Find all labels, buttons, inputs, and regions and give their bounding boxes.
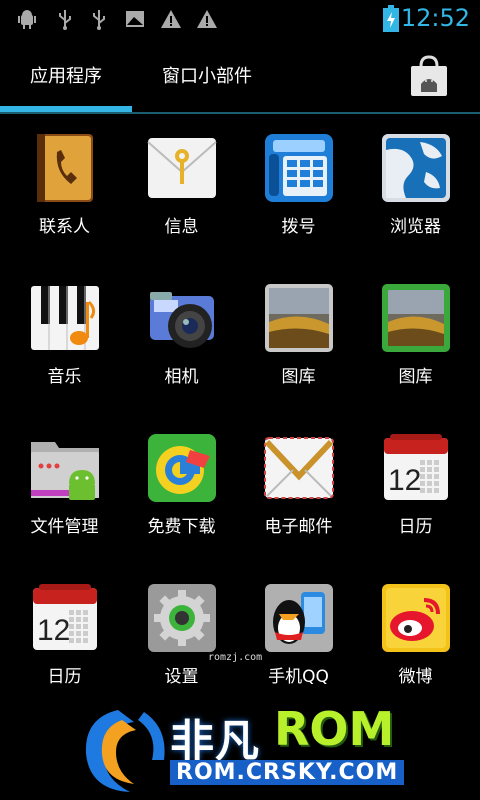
calendar-day-number: 12 — [37, 614, 70, 647]
usb-icon — [93, 10, 105, 30]
qq-icon — [265, 584, 333, 652]
app-label: 手机QQ — [268, 667, 329, 687]
clock: 12:52 — [400, 4, 470, 32]
image-notification-icon — [126, 11, 144, 27]
app-browser[interactable]: 浏览器 — [357, 132, 474, 252]
app-label: 免费下载 — [147, 517, 216, 537]
app-label: 日历 — [47, 667, 82, 687]
app-label: 拨号 — [281, 217, 316, 237]
app-label: 日历 — [398, 517, 433, 537]
tab-divider — [0, 112, 480, 114]
usb-icon — [59, 10, 71, 30]
calendar-icon: 12 — [384, 434, 448, 500]
battery-charging-icon — [383, 5, 399, 32]
android-debug-icon — [18, 10, 36, 29]
app-music[interactable]: 音乐 — [6, 282, 123, 402]
app-free-download[interactable]: 免费下载 — [123, 432, 240, 552]
watermark-small: romzj.com — [208, 652, 263, 663]
file-manager-icon — [31, 442, 99, 500]
brand-url: ROM.CRSKY.COM — [170, 760, 405, 785]
app-email[interactable]: 电子邮件 — [240, 432, 357, 552]
app-label: 音乐 — [47, 367, 82, 387]
free-download-icon — [148, 434, 216, 502]
weibo-icon — [382, 584, 450, 652]
messaging-icon — [147, 138, 217, 198]
warning-icon — [197, 10, 217, 28]
app-settings[interactable]: 设置 — [123, 582, 240, 702]
contacts-icon — [37, 134, 93, 202]
app-gallery[interactable]: 图库 — [240, 282, 357, 402]
app-messaging[interactable]: 信息 — [123, 132, 240, 252]
app-label: 微博 — [398, 667, 433, 687]
brand-logo-icon — [85, 710, 165, 792]
app-calendar-2[interactable]: 12 日历 — [6, 582, 123, 702]
brand-watermark: 非凡 ROM ROM.CRSKY.COM — [78, 700, 408, 800]
app-label: 图库 — [281, 367, 316, 387]
tab-widgets[interactable]: 窗口小部件 — [162, 62, 252, 88]
brand-rom: ROM — [274, 702, 395, 756]
app-label: 电子邮件 — [264, 517, 333, 537]
app-label: 图库 — [398, 367, 433, 387]
app-file-manager[interactable]: 文件管理 — [6, 432, 123, 552]
status-bar: 12:52 — [0, 0, 480, 38]
app-contacts[interactable]: 联系人 — [6, 132, 123, 252]
app-weibo[interactable]: 微博 — [357, 582, 474, 702]
browser-icon — [382, 134, 450, 202]
app-label: 相机 — [164, 367, 199, 387]
app-qq[interactable]: 手机QQ — [240, 582, 357, 702]
gallery-green-icon — [382, 284, 450, 352]
settings-icon — [148, 584, 216, 652]
app-label: 信息 — [164, 217, 199, 237]
calendar-day-number: 12 — [388, 464, 421, 497]
app-camera[interactable]: 相机 — [123, 282, 240, 402]
gallery-icon — [265, 284, 333, 352]
app-label: 文件管理 — [30, 517, 99, 537]
app-calendar[interactable]: 12 日历 — [357, 432, 474, 552]
tab-apps[interactable]: 应用程序 — [30, 62, 102, 88]
app-grid: 联系人 信息 拨号 浏览器 音乐 相机 图库 图库 文件管理 免费下载 电子邮件… — [0, 128, 480, 708]
warning-icon — [161, 10, 181, 28]
phone-dialer-icon — [265, 134, 333, 202]
play-store-bag-icon[interactable] — [407, 54, 451, 98]
app-label: 浏览器 — [390, 217, 441, 237]
app-label: 设置 — [164, 667, 199, 687]
app-label: 联系人 — [39, 217, 90, 237]
app-gallery-2[interactable]: 图库 — [357, 282, 474, 402]
music-icon — [31, 286, 99, 350]
calendar-icon: 12 — [33, 584, 97, 650]
app-dialer[interactable]: 拨号 — [240, 132, 357, 252]
camera-icon — [150, 292, 214, 348]
email-icon — [264, 437, 334, 499]
